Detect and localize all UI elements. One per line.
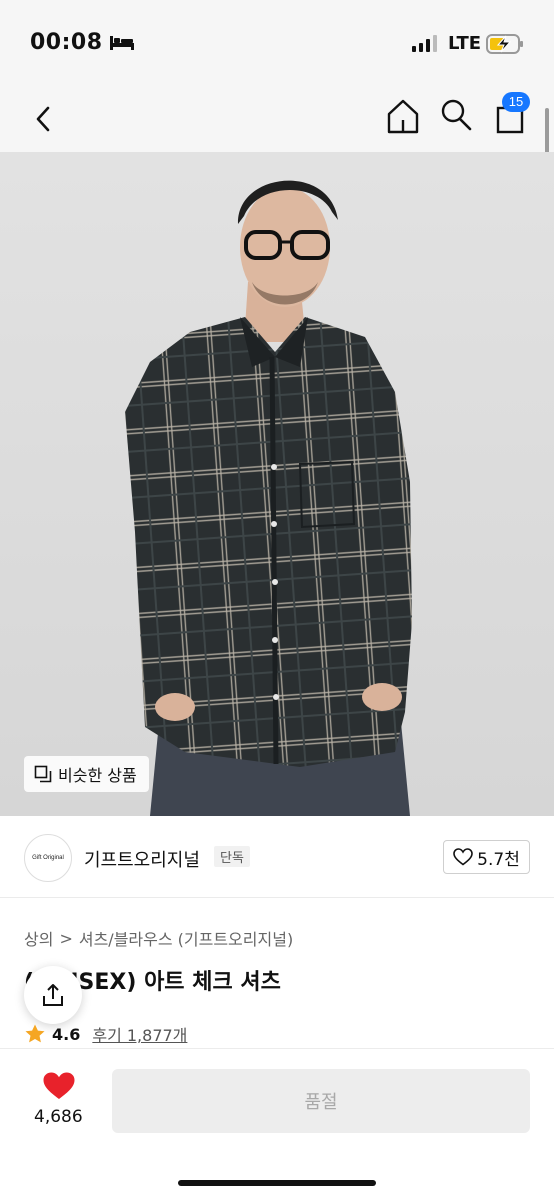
brand-logo[interactable]: Gift Original — [24, 834, 72, 882]
product-photo-illustration — [125, 180, 412, 816]
product-image[interactable] — [0, 152, 554, 816]
similar-products-label: 비슷한 상품 — [58, 766, 137, 785]
share-button[interactable] — [24, 966, 82, 1024]
rating-row: 4.6 후기 1,877개 — [24, 1022, 187, 1046]
exclusive-badge: 단독 — [214, 846, 250, 867]
top-nav: 15 — [0, 88, 554, 152]
brand-like-count: 5.7천 — [477, 849, 520, 870]
sold-out-label: 품절 — [304, 1092, 338, 1113]
brand-row: Gift Original 기프트오리지널 단독 5.7천 — [0, 816, 554, 898]
similar-products-button[interactable]: 비슷한 상품 — [24, 756, 149, 792]
sleep-icon — [110, 36, 134, 50]
sold-out-button[interactable]: 품절 — [112, 1069, 530, 1133]
brand-name[interactable]: 기프트오리지널 — [84, 846, 200, 872]
status-time: 00:08 — [30, 30, 103, 55]
heart-outline-icon — [453, 848, 473, 866]
breadcrumb-separator: > — [59, 928, 73, 948]
back-icon[interactable] — [28, 96, 58, 142]
wishlist-heart-icon[interactable] — [42, 1071, 76, 1101]
rating-score: 4.6 — [52, 1024, 81, 1044]
share-icon — [43, 984, 63, 1006]
wishlist-count: 4,686 — [34, 1107, 83, 1127]
review-count-link[interactable]: 후기 1,877개 — [92, 1022, 187, 1046]
copy-icon — [34, 765, 52, 783]
signal-icon — [412, 34, 437, 52]
cart-count-badge: 15 — [502, 92, 530, 112]
breadcrumb-subcategory[interactable]: 셔츠/블라우스 (기프트오리지널) — [79, 926, 293, 950]
battery-charging-icon — [486, 34, 523, 54]
breadcrumb: 상의 > 셔츠/블라우스 (기프트오리지널) — [24, 926, 293, 950]
network-label: LTE — [448, 33, 482, 54]
brand-like-button[interactable]: 5.7천 — [443, 840, 530, 874]
search-icon[interactable] — [438, 94, 474, 134]
home-indicator — [178, 1180, 376, 1186]
status-bar: 00:08 LTE — [0, 0, 554, 88]
star-icon — [25, 1024, 45, 1043]
home-icon[interactable] — [385, 96, 421, 136]
brand-logo-text: Gift Original — [32, 855, 64, 861]
purchase-bar: 4,686 품절 — [0, 1048, 554, 1200]
breadcrumb-category[interactable]: 상의 — [24, 926, 53, 950]
